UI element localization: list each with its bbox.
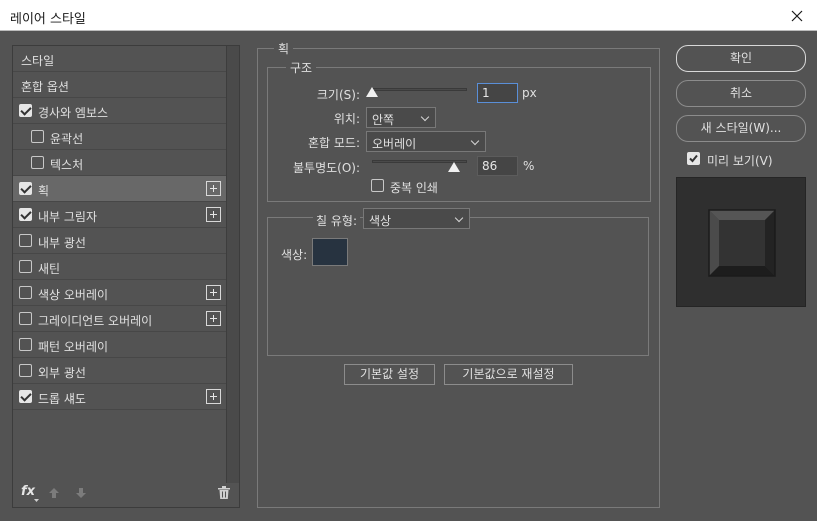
fill-type-label: 칠 유형: [313,212,360,229]
sidebar-item-label: 외부 광선 [38,366,86,380]
sidebar-item-label: 경사와 엠보스 [38,106,109,120]
reset-to-default-button[interactable]: 기본값으로 재설정 [444,364,573,385]
color-label: 색상: [281,248,308,262]
close-icon [791,10,803,21]
sidebar-item-checkbox[interactable] [31,130,44,143]
sidebar-item-label: 내부 그림자 [38,210,98,224]
preview-label: 미리 보기(V) [707,154,773,168]
size-label: 크기(S): [316,88,360,102]
sidebar-item[interactable]: 혼합 옵션 [13,72,227,98]
fill-type-dropdown[interactable]: 색상 [363,208,470,229]
size-unit: px [522,86,537,100]
add-effect-icon[interactable] [206,207,221,222]
styles-list-panel: 스타일혼합 옵션경사와 엠보스윤곽선텍스처 획내부 그림자내부 광선새틴색상 오버… [12,45,240,508]
sidebar-item-label: 혼합 옵션 [21,80,69,94]
close-button[interactable] [777,0,817,31]
sidebar-item-checkbox[interactable] [19,286,32,299]
trash-icon[interactable] [218,486,230,499]
stroke-title: 획 [274,40,294,57]
sidebar-item-checkbox[interactable] [19,260,32,273]
opacity-input[interactable]: 86 [477,156,518,176]
sidebar-item-label: 텍스처 [50,158,84,172]
blend-mode-dropdown[interactable]: 오버레이 [366,131,486,152]
ok-button[interactable]: 확인 [676,45,806,72]
position-dropdown[interactable]: 안쪽 [366,107,436,128]
sidebar-item-label: 획 [38,184,50,198]
sidebar-item-label: 색상 오버레이 [38,288,109,302]
cancel-button[interactable]: 취소 [676,80,806,107]
sidebar-item[interactable]: 텍스처 [13,150,227,176]
opacity-unit: % [523,159,535,173]
size-slider-thumb[interactable] [366,87,378,97]
sidebar-item-checkbox[interactable] [19,390,32,403]
fill-type-value: 색상 [369,214,392,228]
size-slider-track[interactable] [372,88,467,91]
sidebar-item[interactable]: 경사와 엠보스 [13,98,227,124]
sidebar-item-checkbox[interactable] [19,312,32,325]
sidebar-item[interactable]: 패턴 오버레이 [13,332,227,358]
sidebar-item-checkbox[interactable] [19,234,32,247]
opacity-label: 불투명도(O): [292,161,360,175]
color-swatch[interactable] [312,238,348,266]
title-bar: 레이어 스타일 [0,0,817,31]
sidebar-item[interactable]: 새틴 [13,254,227,280]
style-preview [676,177,806,307]
sidebar-item-checkbox[interactable] [19,182,32,195]
chevron-down-icon [420,112,430,122]
sidebar-item-label: 새틴 [38,262,61,276]
add-effect-icon[interactable] [206,285,221,300]
fx-button[interactable]: fx [21,484,35,499]
sidebar-item-checkbox[interactable] [19,338,32,351]
overprint-label: 중복 인쇄 [390,181,438,195]
blend-mode-value: 오버레이 [372,137,417,151]
sidebar-item-label: 스타일 [21,54,55,68]
blend-mode-label: 혼합 모드: [307,136,360,150]
sidebar-item[interactable]: 그레이디언트 오버레이 [13,306,227,332]
move-up-icon[interactable] [48,487,60,499]
window-title: 레이어 스타일 [10,12,86,27]
position-value: 안쪽 [372,113,395,127]
add-effect-icon[interactable] [206,389,221,404]
preview-thumbnail [708,209,776,277]
position-label: 위치: [333,112,360,126]
chevron-down-icon [454,213,464,223]
sidebar-item[interactable]: 외부 광선 [13,358,227,384]
add-effect-icon[interactable] [206,181,221,196]
sidebar-item-checkbox[interactable] [19,208,32,221]
sidebar-item[interactable]: 드롭 섀도 [13,384,227,410]
sidebar-item[interactable]: 색상 오버레이 [13,280,227,306]
styles-list-toolbar: fx [13,481,239,507]
make-default-button[interactable]: 기본값 설정 [344,364,435,385]
sidebar-item-label: 패턴 오버레이 [38,340,109,354]
size-input[interactable]: 1 [477,83,518,103]
sidebar-item-checkbox[interactable] [19,364,32,377]
move-down-icon[interactable] [75,487,87,499]
add-effect-icon[interactable] [206,311,221,326]
sidebar-item[interactable]: 내부 그림자 [13,202,227,228]
structure-title: 구조 [286,59,317,76]
opacity-slider-thumb[interactable] [447,162,460,172]
sidebar-item-label: 그레이디언트 오버레이 [38,314,153,328]
chevron-down-icon [470,136,480,146]
fx-menu-icon [34,499,39,502]
sidebar-item-label: 윤곽선 [50,132,84,146]
sidebar-item[interactable]: 내부 광선 [13,228,227,254]
sidebar-item[interactable]: 스타일 [13,46,227,72]
sidebar-item[interactable]: 획 [13,176,227,202]
overprint-checkbox[interactable] [371,179,384,192]
sidebar-item-checkbox[interactable] [19,104,32,117]
styles-list-scrollbar[interactable] [226,46,239,483]
sidebar-item-label: 내부 광선 [38,236,86,250]
checkmark-icon [689,154,698,163]
sidebar-item-label: 드롭 섀도 [38,392,86,406]
new-style-button[interactable]: 새 스타일(W)... [676,115,806,142]
sidebar-item[interactable]: 윤곽선 [13,124,227,150]
sidebar-item-checkbox[interactable] [31,156,44,169]
